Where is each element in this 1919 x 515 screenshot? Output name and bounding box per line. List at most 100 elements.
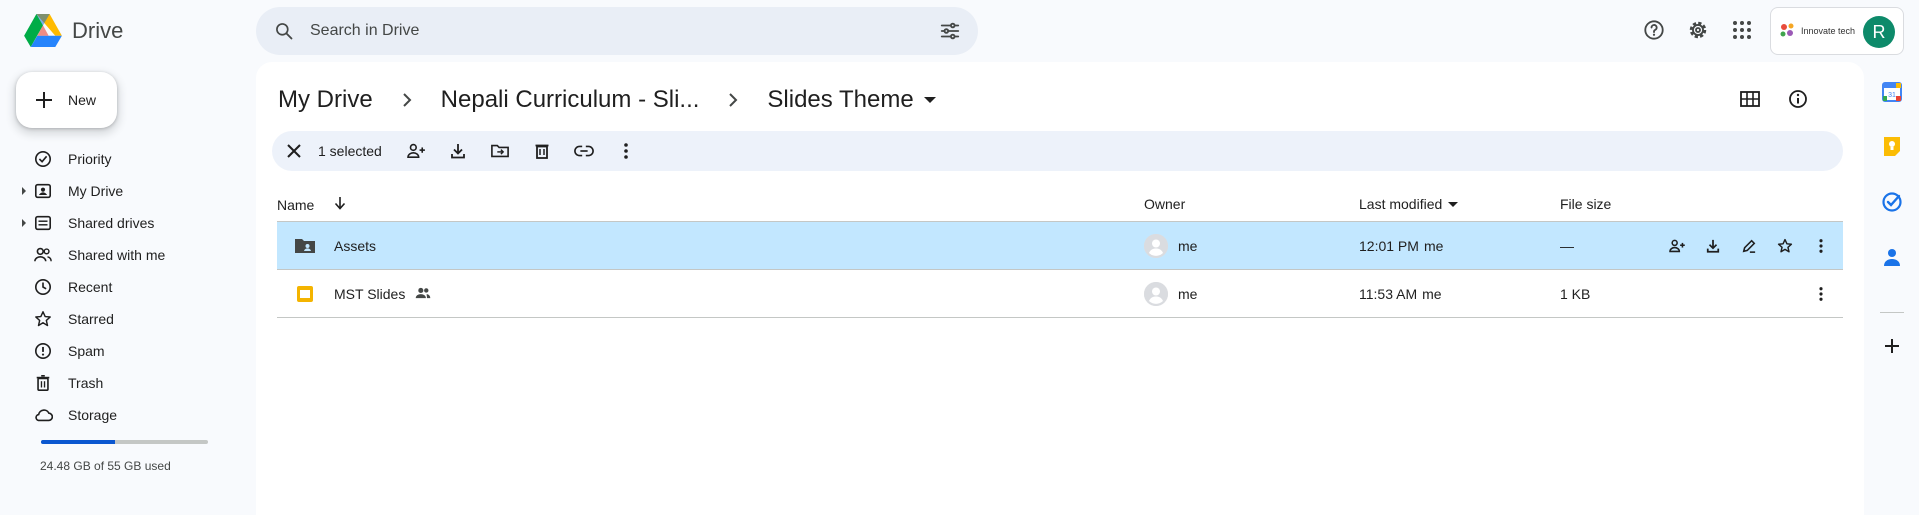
grid-view-icon[interactable] (1732, 81, 1768, 117)
slides-icon (293, 282, 317, 306)
sidebar-item-starred[interactable]: Starred (16, 303, 240, 335)
sidebar-item-recent[interactable]: Recent (16, 271, 240, 303)
expand-caret-icon[interactable] (22, 219, 26, 227)
table-row[interactable]: MST Slides me 11:53 AM me 1 KB (277, 270, 1843, 318)
keep-icon[interactable] (1880, 134, 1904, 158)
drive-logo-icon (24, 14, 62, 48)
sidebar-item-shared-drives[interactable]: Shared drives (16, 207, 240, 239)
search-icon[interactable] (272, 19, 296, 43)
file-size: — (1560, 238, 1574, 254)
contacts-icon[interactable] (1880, 245, 1904, 269)
modified-by: me (1422, 286, 1442, 302)
link-icon[interactable] (566, 133, 602, 169)
breadcrumb-item[interactable]: Nepali Curriculum - Sli... (441, 82, 700, 118)
expand-caret-icon[interactable] (22, 187, 26, 195)
storage-progress-fill (41, 440, 116, 444)
new-button-label: New (68, 92, 97, 108)
row-actions (1659, 228, 1839, 264)
modified-time: 11:53 AM (1359, 286, 1418, 302)
apps-grid-icon[interactable] (1724, 12, 1760, 48)
top-bar: Drive Innovate tech R (0, 0, 1919, 62)
sidebar-item-label: Spam (68, 343, 105, 359)
file-name[interactable]: Assets (334, 222, 376, 270)
add-addon-plus-icon[interactable] (1880, 334, 1904, 358)
main-panel: My Drive Nepali Curriculum - Sli... Slid… (256, 62, 1864, 515)
app-name: Drive (72, 18, 124, 43)
breadcrumb-current[interactable]: Slides Theme (767, 82, 913, 118)
star-icon (33, 309, 53, 329)
column-label: File size (1560, 196, 1612, 212)
row-type-icon (293, 270, 317, 318)
file-size: 1 KB (1560, 286, 1591, 302)
sidebar-item-spam[interactable]: Spam (16, 335, 240, 367)
last-modified-column-header[interactable]: Last modified (1359, 196, 1459, 212)
sidebar-item-label: Recent (68, 279, 113, 295)
caret-down-icon[interactable] (1448, 201, 1459, 207)
help-icon[interactable] (1636, 12, 1672, 48)
side-panel: 31 (1864, 62, 1919, 515)
move-to-folder-icon[interactable] (482, 133, 518, 169)
file-size-column-header[interactable]: File size (1560, 196, 1611, 212)
table-header: Name Owner Last modified File size (277, 184, 1843, 222)
share-person-add-icon[interactable] (398, 133, 434, 169)
sidebar-item-label: My Drive (68, 183, 124, 199)
owner-cell: me (1144, 270, 1197, 318)
shared-folder-icon (293, 234, 317, 258)
avatar[interactable]: R (1863, 16, 1895, 48)
storage-usage-text: 24.48 GB of 55 GB used (40, 459, 171, 473)
sidebar-item-trash[interactable]: Trash (16, 367, 240, 399)
more-vert-icon[interactable] (1803, 228, 1839, 264)
calendar-icon[interactable]: 31 (1880, 80, 1904, 104)
breadcrumb-item[interactable]: My Drive (278, 82, 373, 118)
info-icon[interactable] (1780, 81, 1816, 117)
close-icon[interactable] (276, 133, 312, 169)
top-actions (1636, 12, 1760, 48)
sidebar-item-storage[interactable]: Storage (16, 399, 240, 431)
caret-down-icon[interactable] (923, 97, 936, 103)
org-logo: Innovate tech (1779, 22, 1855, 40)
owner-avatar-icon (1144, 234, 1168, 258)
file-name-cell[interactable]: MST Slides (334, 270, 431, 318)
sidebar-item-shared-with-me[interactable]: Shared with me (16, 239, 240, 271)
new-button[interactable]: New (16, 72, 117, 128)
sidebar-item-label: Priority (68, 151, 112, 167)
sidebar-item-my-drive[interactable]: My Drive (16, 175, 240, 207)
search-input[interactable] (310, 22, 910, 40)
arrow-down-sort-icon[interactable] (334, 196, 346, 213)
owner-avatar-icon (1144, 282, 1168, 306)
settings-icon[interactable] (1680, 12, 1716, 48)
download-icon[interactable] (1695, 228, 1731, 264)
owner-name: me (1178, 238, 1198, 254)
rename-pencil-icon[interactable] (1731, 228, 1767, 264)
shared-drives-icon (33, 213, 53, 233)
sidebar-item-label: Shared drives (68, 215, 155, 231)
download-icon[interactable] (440, 133, 476, 169)
more-vert-icon[interactable] (1803, 276, 1839, 312)
share-person-add-icon[interactable] (1659, 228, 1695, 264)
svg-text:31: 31 (1888, 92, 1896, 99)
drive-logo[interactable]: Drive (24, 14, 123, 48)
more-vert-icon[interactable] (608, 133, 644, 169)
table-row[interactable]: Assets me 12:01 PM me — (277, 222, 1843, 270)
search-bar[interactable] (256, 7, 978, 55)
account-switcher[interactable]: Innovate tech R (1770, 7, 1904, 55)
trash-icon (33, 373, 53, 393)
trash-icon[interactable] (524, 133, 560, 169)
org-name: Innovate tech (1801, 26, 1856, 36)
owner-cell: me (1144, 222, 1197, 270)
owner-name: me (1178, 286, 1198, 302)
org-logo-icon (1780, 23, 1794, 37)
modified-time: 12:01 PM (1359, 238, 1419, 254)
chevron-right-icon (397, 90, 417, 110)
owner-column-header[interactable]: Owner (1144, 196, 1185, 212)
name-column-header[interactable]: Name (277, 196, 346, 213)
shared-people-icon (415, 286, 431, 302)
cloud-icon (33, 405, 53, 425)
star-icon[interactable] (1767, 228, 1803, 264)
sidebar-item-priority[interactable]: Priority (16, 143, 240, 175)
modified-by: me (1423, 238, 1444, 254)
shared-with-me-icon (33, 245, 53, 265)
file-name[interactable]: MST Slides (334, 286, 405, 302)
search-filter-icon[interactable] (938, 19, 962, 43)
tasks-icon[interactable] (1880, 190, 1904, 214)
